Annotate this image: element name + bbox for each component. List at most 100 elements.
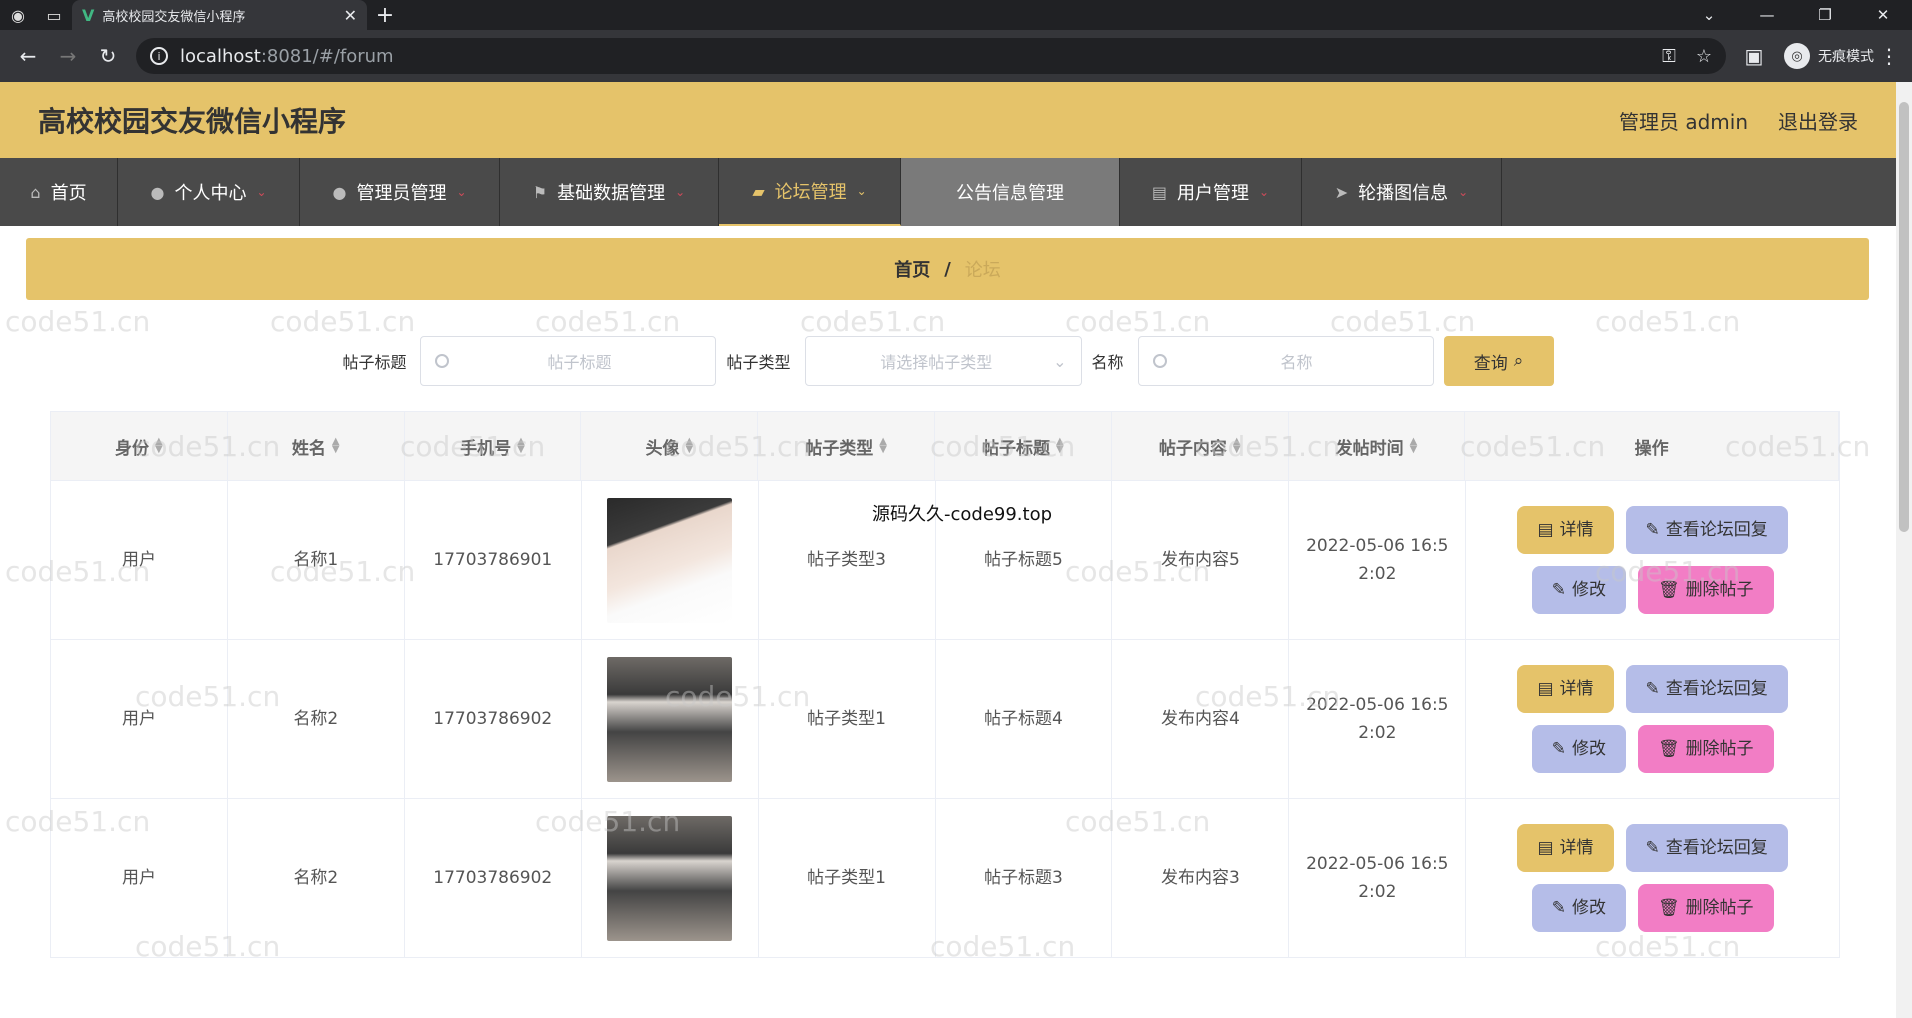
restore-icon[interactable]: ❐: [1796, 0, 1854, 30]
edit-icon: ✎: [1645, 520, 1660, 540]
avatar[interactable]: [607, 497, 733, 623]
delete-button[interactable]: 🗑 删除帖子: [1637, 566, 1774, 614]
type-filter-label: 帖子类型: [726, 353, 791, 372]
sort-icon[interactable]: ▲ ▼: [155, 437, 163, 455]
col-header[interactable]: 手机号 ▲ ▼: [405, 412, 582, 480]
page-scrollbar[interactable]: [1896, 82, 1912, 1018]
edit-button[interactable]: ✎ 修改: [1531, 725, 1626, 773]
star-icon[interactable]: ☆: [1696, 46, 1712, 67]
reload-icon[interactable]: ↻: [88, 44, 128, 68]
view-replies-button[interactable]: ✎ 查看论坛回复: [1625, 665, 1788, 713]
sort-icon[interactable]: ▲ ▼: [879, 437, 887, 455]
close-tab-icon[interactable]: ✕: [344, 6, 357, 25]
document-icon: ▤: [1537, 520, 1554, 540]
sort-icon[interactable]: ▲ ▼: [1410, 437, 1418, 455]
nav-item-home[interactable]: ⌂ 首页: [0, 158, 118, 226]
cell-actions: ▤ 详情 ✎ 查看论坛回复 ✎ 修改 🗑 删除帖子: [1466, 640, 1841, 798]
nav-item-carousel[interactable]: ➤ 轮播图信息 ⌄: [1302, 158, 1502, 226]
col-header[interactable]: 发帖时间 ▲ ▼: [1289, 412, 1466, 480]
nav-item-forum[interactable]: ▰ 论坛管理 ⌄: [719, 158, 901, 226]
forward-icon[interactable]: →: [48, 44, 88, 68]
nav-item-basic-data[interactable]: ⚑ 基础数据管理 ⌄: [500, 158, 719, 226]
time-line: 2022-05-06 16:5: [1306, 695, 1449, 715]
site-info-icon[interactable]: i: [150, 47, 168, 65]
nav-item-users[interactable]: ▤ 用户管理 ⌄: [1120, 158, 1302, 226]
menu-icon[interactable]: ⋮: [1874, 44, 1904, 68]
nav-item-announcement[interactable]: 公告信息管理: [901, 158, 1120, 226]
edit-button[interactable]: ✎ 修改: [1531, 884, 1626, 932]
cell-role: 用户: [51, 799, 228, 957]
scrollbar-thumb[interactable]: [1899, 102, 1909, 532]
col-header[interactable]: 帖子内容 ▲ ▼: [1112, 412, 1289, 480]
sidepanel-icon[interactable]: ▣: [1734, 44, 1774, 68]
cell-title: 帖子标题3: [936, 799, 1113, 957]
nav-label: 论坛管理: [774, 182, 847, 203]
delete-button[interactable]: 🗑 删除帖子: [1637, 725, 1774, 773]
col-header-label: 头像: [645, 438, 680, 459]
col-header[interactable]: 帖子标题 ▲ ▼: [935, 412, 1112, 480]
url-input[interactable]: i localhost:8081/#/forum ⚿ ☆: [136, 38, 1726, 74]
cell-content: 发布内容5: [1112, 481, 1290, 639]
col-header-label: 身份: [115, 438, 150, 459]
sort-icon[interactable]: ▲ ▼: [517, 437, 525, 455]
key-icon[interactable]: ⚿: [1662, 46, 1676, 67]
view-replies-button[interactable]: ✎ 查看论坛回复: [1625, 506, 1788, 554]
breadcrumb-home[interactable]: 首页: [894, 256, 930, 282]
window-controls: ⌄ — ❐ ✕: [1680, 0, 1912, 30]
col-header[interactable]: 姓名 ▲ ▼: [228, 412, 405, 480]
col-header[interactable]: 帖子类型 ▲ ▼: [758, 412, 935, 480]
minimize-icon[interactable]: —: [1738, 0, 1796, 30]
time-line: 2:02: [1358, 723, 1397, 743]
cell-phone: 17703786901: [405, 481, 582, 639]
close-window-icon[interactable]: ✕: [1854, 0, 1912, 30]
sort-icon[interactable]: ▲ ▼: [332, 437, 340, 455]
trash-icon: 🗑: [1657, 580, 1680, 600]
delete-label: 删除帖子: [1685, 580, 1754, 600]
col-header-label: 帖子类型: [805, 438, 874, 459]
sort-icon[interactable]: ▲ ▼: [1233, 437, 1241, 455]
breadcrumb-current: 论坛: [964, 260, 1001, 281]
search-button[interactable]: 查询 ⌕: [1443, 336, 1554, 386]
avatar[interactable]: [607, 815, 733, 941]
main-nav: ⌂ 首页 ● 个人中心 ⌄ ● 管理员管理 ⌄ ⚑ 基础数据管理 ⌄ ▰ 论坛管…: [0, 158, 1896, 226]
cell-content: 发布内容3: [1112, 799, 1290, 957]
logout-link[interactable]: 退出登录: [1778, 106, 1858, 135]
nav-item-admin[interactable]: ● 管理员管理 ⌄: [300, 158, 500, 226]
title-search-input[interactable]: 帖子标题: [420, 336, 717, 386]
edit-button[interactable]: ✎ 修改: [1531, 566, 1626, 614]
chevron-down-icon: ⌄: [456, 185, 467, 199]
time-line: 2022-05-06 16:5: [1306, 854, 1449, 874]
nav-item-profile[interactable]: ● 个人中心 ⌄: [118, 158, 300, 226]
chevron-down-icon[interactable]: ⌄: [1680, 0, 1738, 30]
cell-type: 帖子类型1: [759, 640, 936, 798]
globe-icon[interactable]: ◉: [0, 0, 36, 30]
col-header[interactable]: 身份 ▲ ▼: [51, 412, 228, 480]
nav-label: 轮播图信息: [1358, 183, 1449, 204]
new-tab-icon[interactable]: +: [367, 0, 403, 30]
incognito-indicator[interactable]: ◎ 无痕模式: [1784, 43, 1874, 69]
detail-button[interactable]: ▤ 详情: [1517, 824, 1614, 872]
avatar[interactable]: [607, 656, 733, 782]
sort-icon[interactable]: ▲ ▼: [685, 437, 693, 455]
sort-icon[interactable]: ▲ ▼: [1056, 437, 1064, 455]
type-select[interactable]: 请选择帖子类型 ⌄: [804, 336, 1082, 386]
cell-actions: ▤ 详情 ✎ 查看论坛回复 ✎ 修改 🗑 删除帖子: [1466, 481, 1841, 639]
view-replies-button[interactable]: ✎ 查看论坛回复: [1625, 824, 1788, 872]
delete-button[interactable]: 🗑 删除帖子: [1637, 884, 1774, 932]
name-search-input[interactable]: 名称: [1137, 336, 1434, 386]
col-header[interactable]: 头像 ▲ ▼: [581, 412, 759, 480]
tab-search-icon[interactable]: ▭: [36, 0, 72, 30]
reply-label: 查看论坛回复: [1665, 520, 1768, 540]
back-icon[interactable]: ←: [8, 44, 48, 68]
table-row: 用户 名称2 17703786902 帖子类型1 帖子标题4 发布内容4 202…: [50, 640, 1841, 799]
col-header-actions: 操作: [1465, 412, 1839, 480]
user-icon: ●: [332, 182, 347, 202]
col-header-label: 操作: [1634, 438, 1669, 459]
chevron-down-icon: ⌄: [1259, 185, 1270, 199]
detail-button[interactable]: ▤ 详情: [1517, 506, 1614, 554]
time-line: 2:02: [1358, 882, 1397, 902]
incognito-icon: ◎: [1784, 43, 1810, 69]
detail-button[interactable]: ▤ 详情: [1517, 665, 1614, 713]
browser-tab[interactable]: V 高校校园交友微信小程序 ✕: [72, 0, 367, 30]
cell-actions: ▤ 详情 ✎ 查看论坛回复 ✎ 修改 🗑 删除帖子: [1466, 799, 1841, 957]
